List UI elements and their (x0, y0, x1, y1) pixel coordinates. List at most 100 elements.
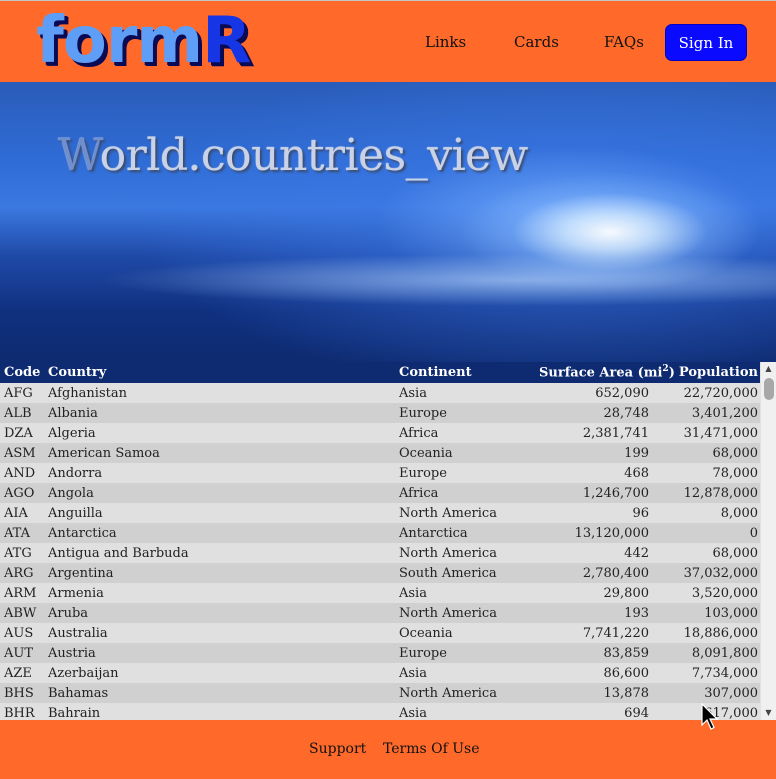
cell-population: 68,000 (712, 445, 759, 461)
cell-code: ATA (4, 525, 31, 541)
table-header-row: Code Country Continent Surface Area (mi2… (0, 362, 760, 383)
table-row[interactable]: AZE Azerbaijan Asia 86,600 7,734,000 (0, 663, 760, 683)
cell-code: DZA (4, 425, 33, 441)
col-header-code[interactable]: Code (0, 362, 44, 383)
table-body: AFG Afghanistan Asia 652,090 22,720,000 ALB Al… (0, 383, 760, 720)
cell-surface-area: 96 (632, 505, 649, 521)
cell-continent: Asia (399, 665, 427, 681)
cell-country: Bahamas (48, 685, 109, 701)
countries-table-container[interactable]: Code Country Continent Surface Area (mi2… (0, 362, 776, 720)
area-close: ) (668, 365, 675, 381)
nav-cards[interactable]: Cards (514, 29, 559, 55)
table-row[interactable]: AUT Austria Europe 83,859 8,091,800 (0, 643, 760, 663)
table-row[interactable]: ATG Antigua and Barbuda North America 442 68… (0, 543, 760, 563)
cell-code: ARM (4, 585, 37, 601)
table-row[interactable]: BHR Bahrain Asia 694 617,000 (0, 703, 760, 720)
col-header-country[interactable]: Country (44, 362, 395, 383)
scroll-down-icon[interactable]: ▼ (761, 706, 776, 720)
table-row[interactable]: ARG Argentina South America 2,780,400 37,032… (0, 563, 760, 583)
cell-continent: Asia (399, 585, 427, 601)
cell-continent: Africa (399, 425, 439, 441)
cell-code: BHR (4, 705, 35, 721)
cell-code: AND (4, 465, 36, 481)
cell-surface-area: 442 (624, 545, 649, 561)
cell-population: 0 (749, 525, 758, 541)
cell-population: 8,091,800 (691, 645, 758, 661)
cell-surface-area: 193 (624, 605, 649, 621)
cell-country: Angola (48, 485, 94, 501)
cell-continent: Oceania (399, 445, 453, 461)
cell-surface-area: 28,748 (603, 405, 650, 421)
cell-surface-area: 2,381,741 (582, 425, 649, 441)
cell-code: AFG (4, 385, 33, 401)
table-row[interactable]: ABW Aruba North America 193 103,000 (0, 603, 760, 623)
cell-continent: Antarctica (399, 525, 468, 541)
cell-code: BHS (4, 685, 34, 701)
cell-continent: South America (399, 565, 497, 581)
table-row[interactable]: AFG Afghanistan Asia 652,090 22,720,000 (0, 383, 760, 403)
footer-terms-link[interactable]: Terms Of Use (383, 741, 480, 757)
cell-country: Afghanistan (48, 385, 127, 401)
scrollbar-thumb[interactable] (764, 378, 774, 400)
cell-population: 12,878,000 (683, 485, 758, 501)
scroll-up-icon[interactable]: ▲ (761, 362, 776, 376)
cell-population: 18,886,000 (683, 625, 758, 641)
table-row[interactable]: BHS Bahamas North America 13,878 307,000 (0, 683, 760, 703)
formr-logo[interactable]: formR (36, 4, 251, 78)
cell-continent: Asia (399, 385, 427, 401)
table-row[interactable]: ARM Armenia Asia 29,800 3,520,000 (0, 583, 760, 603)
nav-faqs[interactable]: FAQs (604, 29, 644, 55)
cell-continent: Europe (399, 405, 447, 421)
cell-country: Albania (48, 405, 98, 421)
countries-table: Code Country Continent Surface Area (mi2… (0, 362, 760, 720)
cell-continent: North America (399, 545, 497, 561)
nav-links[interactable]: Links (425, 29, 466, 55)
logo-text: form (36, 4, 203, 78)
table-row[interactable]: AIA Anguilla North America 96 8,000 (0, 503, 760, 523)
table-scrollbar[interactable]: ▲ ▼ (760, 362, 776, 720)
cell-population: 78,000 (712, 465, 759, 481)
cell-country: Aruba (48, 605, 89, 621)
cell-continent: North America (399, 505, 497, 521)
cell-surface-area: 2,780,400 (582, 565, 649, 581)
cell-population: 3,520,000 (691, 585, 758, 601)
hero-banner: World.countries_view (0, 82, 776, 362)
cell-population: 68,000 (712, 545, 759, 561)
page-title: World.countries_view (58, 130, 528, 181)
cell-country: Bahrain (48, 705, 101, 721)
table-row[interactable]: AGO Angola Africa 1,246,700 12,878,000 (0, 483, 760, 503)
cell-population: 37,032,000 (683, 565, 758, 581)
cell-surface-area: 468 (624, 465, 649, 481)
cell-surface-area: 29,800 (603, 585, 650, 601)
col-header-surface-area[interactable]: Surface Area (mi2) (535, 362, 675, 383)
table-row[interactable]: AUS Australia Oceania 7,741,220 18,886,000 (0, 623, 760, 643)
table-row[interactable]: ALB Albania Europe 28,748 3,401,200 (0, 403, 760, 423)
cell-country: American Samoa (48, 445, 160, 461)
cell-code: AUS (4, 625, 34, 641)
table-row[interactable]: ASM American Samoa Oceania 199 68,000 (0, 443, 760, 463)
title-first-letter: W (58, 130, 100, 181)
cell-code: AZE (4, 665, 32, 681)
table-row[interactable]: ATA Antarctica Antarctica 13,120,000 0 (0, 523, 760, 543)
cell-country: Anguilla (48, 505, 103, 521)
cell-country: Australia (48, 625, 108, 641)
cell-continent: North America (399, 605, 497, 621)
col-header-continent[interactable]: Continent (395, 362, 535, 383)
area-label: Surface Area (mi (539, 365, 663, 381)
table-row[interactable]: DZA Algeria Africa 2,381,741 31,471,000 (0, 423, 760, 443)
title-rest: orld.countries_view (99, 130, 529, 181)
cell-surface-area: 13,878 (603, 685, 650, 701)
cell-surface-area: 7,741,220 (582, 625, 649, 641)
table-row[interactable]: AND Andorra Europe 468 78,000 (0, 463, 760, 483)
sign-in-button[interactable]: Sign In (665, 24, 747, 61)
cell-surface-area: 83,859 (603, 645, 650, 661)
cell-code: AIA (4, 505, 28, 521)
mouse-pointer-icon (701, 703, 719, 730)
cell-continent: Europe (399, 465, 447, 481)
logo-accent: R (202, 4, 251, 78)
cell-continent: Oceania (399, 625, 453, 641)
cell-country: Armenia (48, 585, 104, 601)
cell-country: Algeria (48, 425, 96, 441)
footer-support-link[interactable]: Support (309, 741, 366, 757)
cell-country: Austria (48, 645, 96, 661)
